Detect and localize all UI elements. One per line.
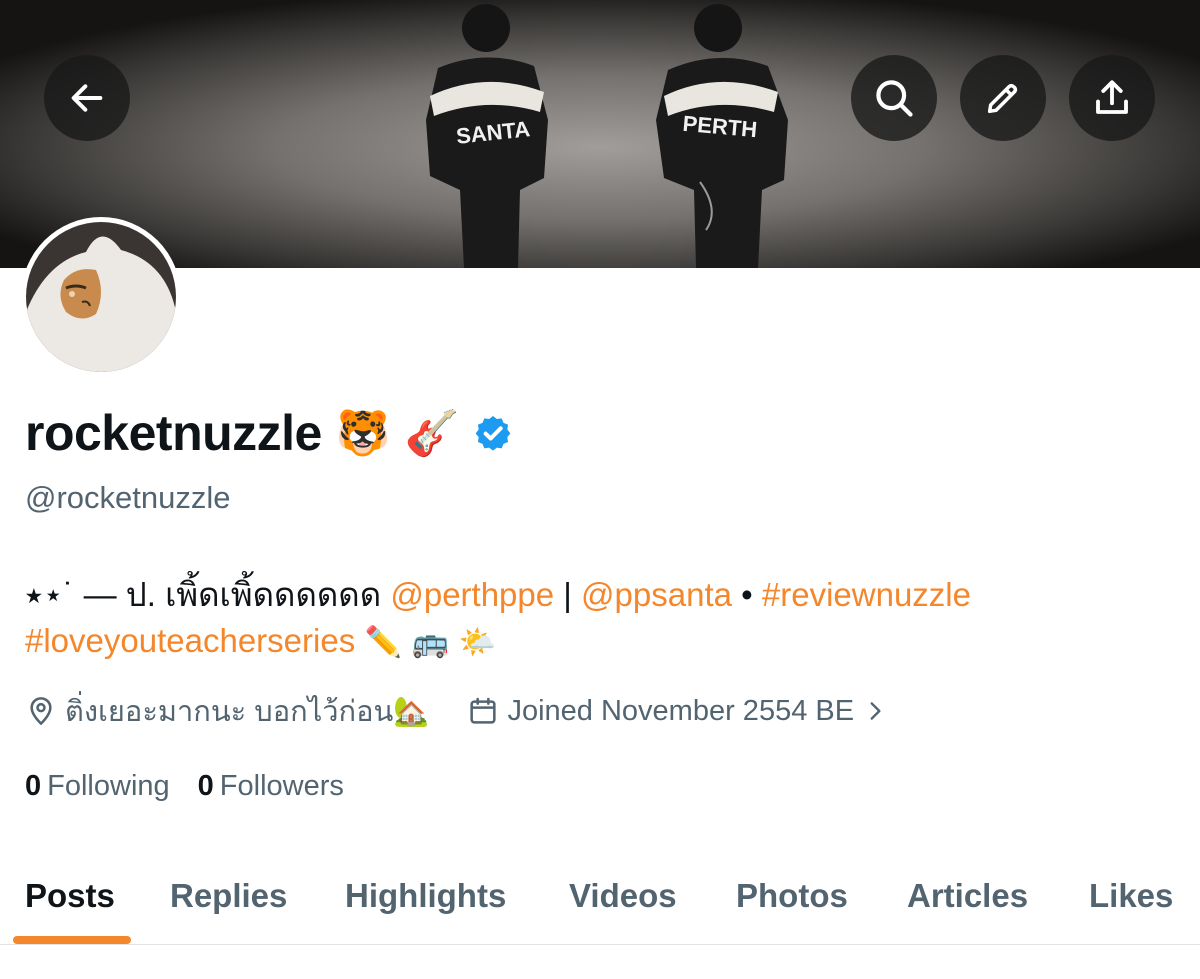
followers-label: Followers	[219, 770, 344, 802]
verified-badge-icon[interactable]	[473, 413, 513, 453]
edit-button[interactable]	[960, 55, 1046, 141]
followers-count: 0	[197, 770, 214, 802]
avatar-image	[26, 222, 176, 372]
bio-separator: •	[731, 576, 762, 613]
display-name-row: rocketnuzzle 🐯 🎸	[25, 404, 513, 462]
share-upload-icon	[1096, 80, 1128, 114]
pencil-icon	[987, 83, 1018, 114]
location-text: ติ่งเยอะมากนะ บอกไว้ก่อน🏡	[65, 696, 430, 728]
back-button[interactable]	[44, 55, 130, 141]
tab-replies[interactable]: Replies	[170, 848, 287, 944]
user-handle: @rocketnuzzle	[25, 480, 231, 515]
profile-bio: ⭑⋆˙ — ป. เพิ้ดเพิ้ดดดดดด @perthppe | @pp…	[25, 572, 1175, 666]
search-icon	[876, 80, 913, 117]
location-item: ติ่งเยอะมากนะ บอกไว้ก่อน🏡	[25, 688, 429, 734]
share-button[interactable]	[1069, 55, 1155, 141]
follow-stats: 0 Following 0 Followers	[25, 770, 344, 803]
tab-highlights[interactable]: Highlights	[345, 848, 506, 944]
following-label: Following	[47, 770, 170, 802]
name-emojis: 🐯 🎸	[335, 408, 460, 459]
search-button[interactable]	[851, 55, 937, 141]
display-name: rocketnuzzle	[25, 405, 322, 461]
bio-emojis: ✏️ 🚌 🌤️	[355, 625, 496, 660]
location-pin-icon	[30, 697, 52, 725]
profile-tabs: Posts Replies Highlights Videos Photos A…	[0, 848, 1200, 945]
tab-videos[interactable]: Videos	[569, 848, 677, 944]
following-link[interactable]: 0 Following	[25, 770, 170, 803]
tab-likes[interactable]: Likes	[1089, 848, 1173, 944]
arrow-left-icon	[71, 84, 103, 112]
active-tab-indicator	[13, 936, 131, 944]
joined-text: Joined November 2554 BE	[507, 694, 855, 727]
mention-perthppe-link[interactable]: @perthppe	[390, 576, 554, 613]
tab-photos[interactable]: Photos	[736, 848, 848, 944]
chevron-right-icon	[870, 702, 881, 720]
bio-separator: |	[554, 576, 582, 613]
profile-meta: ติ่งเยอะมากนะ บอกไว้ก่อน🏡 Joined Novembe…	[25, 688, 888, 734]
followers-link[interactable]: 0 Followers	[198, 770, 344, 803]
following-count: 0	[25, 770, 42, 802]
profile-avatar[interactable]	[21, 217, 181, 377]
hashtag-reviewnuzzle-link[interactable]: #reviewnuzzle	[762, 576, 971, 613]
joined-date-item[interactable]: Joined November 2554 BE	[467, 695, 888, 728]
calendar-icon	[470, 697, 497, 724]
bio-text: ⭑⋆˙ — ป. เพิ้ดเพิ้ดดดดดด	[25, 576, 391, 613]
mention-ppsanta-link[interactable]: @ppsanta	[581, 576, 732, 613]
tab-articles[interactable]: Articles	[907, 848, 1028, 944]
hashtag-loveyouteacherseries-link[interactable]: #loveyouteacherseries	[25, 622, 355, 659]
tab-posts[interactable]: Posts	[25, 848, 115, 944]
